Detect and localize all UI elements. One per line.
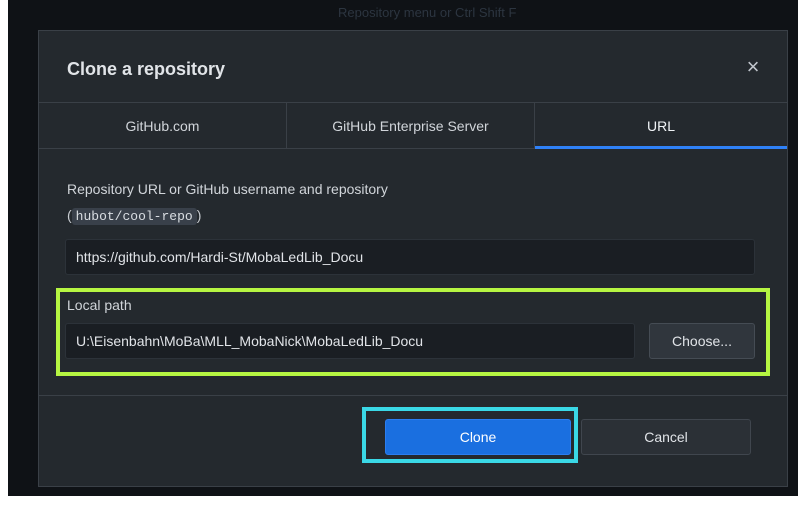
dialog-title: Clone a repository (67, 59, 226, 79)
dialog-header: Clone a repository × (39, 31, 787, 103)
cancel-button[interactable]: Cancel (581, 419, 751, 455)
choose-button[interactable]: Choose... (649, 323, 755, 359)
repository-url-input[interactable]: https://github.com/Hardi-St/MobaLedLib_D… (65, 239, 755, 275)
backdrop-hint-text: Repository menu or Ctrl Shift F (338, 5, 517, 20)
clone-button[interactable]: Clone (385, 419, 571, 455)
hint-example-code: hubot/cool-repo (71, 208, 197, 225)
hint-open-paren: ( (67, 207, 72, 223)
tab-github-com[interactable]: GitHub.com (39, 103, 287, 149)
hint-close-paren: ) (196, 207, 202, 223)
tab-github-enterprise[interactable]: GitHub Enterprise Server (287, 103, 535, 149)
source-tabs: GitHub.com GitHub Enterprise Server URL (39, 103, 787, 149)
clone-repository-dialog: Clone a repository × GitHub.com GitHub E… (38, 30, 788, 487)
local-path-label: Local path (67, 297, 132, 313)
close-icon[interactable]: × (737, 51, 769, 83)
footer-divider (39, 395, 787, 396)
repository-url-hint: (hubot/cool-repo) (67, 207, 202, 225)
tab-url[interactable]: URL (535, 103, 787, 149)
repository-url-label: Repository URL or GitHub username and re… (67, 181, 388, 197)
local-path-input[interactable]: U:\Eisenbahn\MoBa\MLL_MobaNick\MobaLedLi… (65, 323, 635, 359)
